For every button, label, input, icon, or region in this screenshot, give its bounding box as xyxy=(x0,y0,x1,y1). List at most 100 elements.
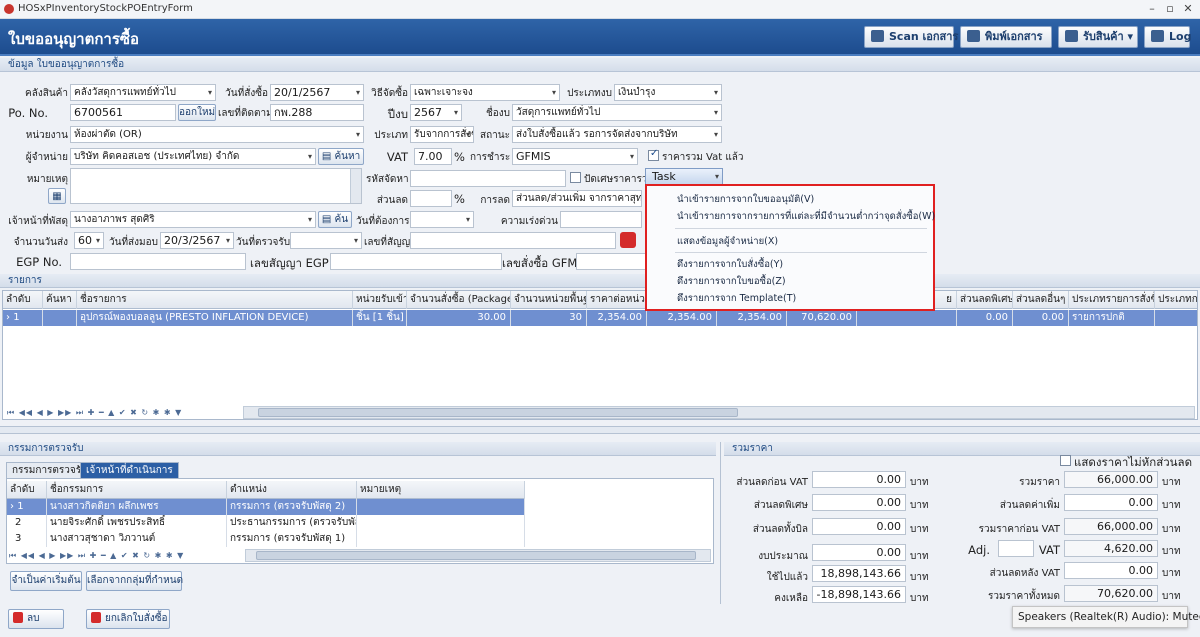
budget-type-label: ประเภทงบ xyxy=(567,88,612,99)
need-date-label: วันที่ต้องการ xyxy=(356,216,410,227)
new-number-button[interactable]: ออกใหม่ xyxy=(178,104,216,121)
after-vat-label: ส่วนลดหลัง VAT xyxy=(989,568,1060,579)
table-row[interactable]: 2 นายจิระศักดิ์ เพชรประสิทธิ์ ประธานกรรม… xyxy=(7,515,525,531)
print-button[interactable]: พิมพ์เอกสาร xyxy=(960,26,1052,48)
committee-hscrollbar[interactable] xyxy=(245,549,711,562)
chevron-down-icon: ▾ xyxy=(307,152,312,161)
app-icon xyxy=(4,4,14,14)
col-name: ชื่อรายการ xyxy=(77,291,353,309)
committee-section-header: กรรมการตรวจรับ xyxy=(0,442,716,456)
scan-label: Scan เอกสาร xyxy=(889,30,959,43)
row-search[interactable] xyxy=(43,310,77,326)
receive-label: รับสินค้า xyxy=(1083,30,1124,43)
discount-input[interactable] xyxy=(410,190,452,207)
row-pointer-icon: › xyxy=(6,312,10,323)
menu-item-pull-po[interactable]: ดึงรายการจากใบสั่งซื้อ(Y) xyxy=(677,257,783,272)
audio-toast: Speakers (Realtek(R) Audio): Muted xyxy=(1012,606,1200,628)
scan-button[interactable]: Scan เอกสาร xyxy=(864,26,958,48)
after-vat-value[interactable]: 0.00 xyxy=(1064,562,1158,579)
receive-button[interactable]: รับสินค้า ▾ xyxy=(1058,26,1138,48)
contract-record-icon[interactable] xyxy=(620,232,636,248)
deliver-date-input[interactable]: 20/3/2567 ▾ xyxy=(160,232,234,249)
remain-value[interactable]: -18,898,143.66 xyxy=(812,586,906,603)
vendor-select[interactable]: บริษัท คิดคอสเอช (ประเทศไทย) จำกัด ▾ xyxy=(70,148,316,165)
table-row[interactable]: 3 นางสาวสุชาดา วิภวานต์ กรรมการ (ตรวจรับ… xyxy=(7,531,525,547)
adj-input[interactable] xyxy=(998,540,1034,557)
col-base: จำนวนหน่วยพื้นฐาน xyxy=(511,291,587,309)
task-dropdown[interactable]: Task ▾ xyxy=(645,168,723,185)
delete-button[interactable]: ลบ xyxy=(8,609,64,629)
choose-group-button[interactable]: เลือกจากกลุ่มที่กำหนด xyxy=(86,571,183,591)
menu-item-pull-request[interactable]: ดึงรายการจากใบขอซื้อ(Z) xyxy=(677,274,786,289)
egp-input[interactable] xyxy=(70,253,246,270)
officer-search-button[interactable]: ▤ ค้น xyxy=(318,211,352,228)
vendor-search-button[interactable]: ▤ ค้นหา xyxy=(318,148,364,165)
officer-label: เจ้าหน้าที่พัสดุ xyxy=(8,216,68,227)
urgency-select[interactable] xyxy=(560,211,642,228)
order-date-input[interactable]: 20/1/2567 ▾ xyxy=(270,84,364,101)
gfmis-input[interactable] xyxy=(576,253,646,270)
budget-value[interactable]: 0.00 xyxy=(812,544,906,561)
disc-total-label: ส่วนลดทั้งบิล xyxy=(752,524,808,535)
close-icon[interactable]: ✕ xyxy=(1180,2,1196,15)
include-vat-checkbox[interactable] xyxy=(648,148,659,161)
disc-add-label: ส่วนลดค่าเพิ่ม xyxy=(999,500,1060,511)
days-input[interactable]: 60 ▾ xyxy=(74,232,104,249)
disc-before-vat-value[interactable]: 0.00 xyxy=(812,471,906,488)
row-c4 xyxy=(857,310,957,326)
disc-total-value[interactable]: 0.00 xyxy=(812,518,906,535)
default-button[interactable]: จำเป็นค่าเริ่มต้น xyxy=(10,571,82,591)
disc-add-value[interactable]: 0.00 xyxy=(1064,494,1158,511)
department-select[interactable]: ห้องผ่าตัด (OR) ▾ xyxy=(70,126,364,143)
method-select[interactable]: เฉพาะเจาะจง ▾ xyxy=(410,84,560,101)
used-value[interactable]: 18,898,143.66 xyxy=(812,565,906,582)
note-scrollbar[interactable] xyxy=(350,169,361,203)
egp-contract-input[interactable] xyxy=(330,253,502,270)
restore-icon[interactable]: ▫ xyxy=(1162,2,1178,15)
baht-unit: บาท xyxy=(1162,500,1181,511)
method-label: วิธีจัดซื้อ xyxy=(371,88,408,99)
task-menu: นำเข้ารายการจากใบขออนุมัติ(V) นำเข้ารายก… xyxy=(645,184,935,311)
no-discount-checkbox[interactable] xyxy=(1060,455,1071,466)
splitter[interactable] xyxy=(0,426,1200,434)
minimize-icon[interactable]: – xyxy=(1144,2,1160,15)
log-button[interactable]: Log xyxy=(1144,26,1191,48)
committee-grid-navigator[interactable]: ⏮ ◀◀ ◀ ▶ ▶▶ ⏭ ✚ ━ ▲ ✔ ✖ ↻ ✱ ✱ ▼ xyxy=(9,551,184,563)
vat-input[interactable]: 7.00 xyxy=(414,148,452,165)
purchase-code-input[interactable] xyxy=(410,170,566,187)
warehouse-select[interactable]: คลังวัสดุการแพทย์ทั่วไป ▾ xyxy=(70,84,216,101)
tab-officers[interactable]: เจ้าหน้าที่ดำเนินการ xyxy=(80,462,179,478)
officer-select[interactable]: นางอาภาพร สุดศิริ ▾ xyxy=(70,211,316,228)
need-date-input[interactable]: ▾ xyxy=(410,211,474,228)
po-no-input[interactable]: 6700561 xyxy=(70,104,176,121)
menu-item-import-below-reorder[interactable]: นำเข้ารายการจากรายการที่แต่ละที่มีจำนวนต… xyxy=(677,209,935,224)
menu-item-import-approval[interactable]: นำเข้ารายการจากใบขออนุมัติ(V) xyxy=(677,192,814,207)
budget-name-select[interactable]: วัสดุการแพทย์ทั่วไป ▾ xyxy=(512,104,722,121)
before-vat-value: 66,000.00 xyxy=(1064,518,1158,535)
status-select[interactable]: ส่งใบสั่งซื้อแล้ว รอการจัดส่งจากบริษัท ▾ xyxy=(512,126,722,143)
payment-select[interactable]: GFMIS ▾ xyxy=(512,148,638,165)
contract-input[interactable] xyxy=(410,232,616,249)
budget-type-select[interactable]: เงินบำรุง ▾ xyxy=(614,84,722,101)
inspect-date-input[interactable]: ▾ xyxy=(290,232,362,249)
table-row[interactable]: › 1 อุปกรณ์พองบอลลูน (PRESTO INFLATION D… xyxy=(3,310,1197,326)
menu-item-show-vendor[interactable]: แสดงข้อมูลผู้จำหน่าย(X) xyxy=(677,234,778,249)
year-select[interactable]: 2567 ▾ xyxy=(410,104,462,121)
search-icon: ▤ xyxy=(321,151,332,162)
cancel-po-button[interactable]: ยกเลิกใบสั่งซื้อ xyxy=(86,609,170,629)
items-grid-navigator[interactable]: ⏮ ◀◀ ◀ ▶ ▶▶ ⏭ ✚ ━ ▲ ✔ ✖ ↻ ✱ ✱ ▼ xyxy=(7,408,182,420)
urgency-label: ความเร่งด่วน xyxy=(500,216,558,227)
total-price-value: 66,000.00 xyxy=(1064,471,1158,488)
round-total-checkbox[interactable] xyxy=(570,172,581,183)
note-textarea[interactable] xyxy=(70,168,362,204)
follow-no-input[interactable]: กพ.288 xyxy=(270,104,364,121)
note-edit-button[interactable]: ▦ xyxy=(48,188,66,204)
table-row[interactable]: › 1 นางสาวกิตติยา ผลึกเพชร กรรมการ (ตรวจ… xyxy=(7,499,525,515)
category-select[interactable]: รับจากการสั่งซื้ ▾ xyxy=(410,126,474,143)
discount-type-select[interactable]: ส่วนลด/ส่วนเพิ่ม จากราคาสุทธิ xyxy=(512,190,642,207)
menu-item-pull-template[interactable]: ดึงรายการจาก Template(T) xyxy=(677,291,796,306)
disc-special-label: ส่วนลดพิเศษ xyxy=(753,500,808,511)
items-hscrollbar[interactable] xyxy=(243,406,1195,419)
disc-special-value[interactable]: 0.00 xyxy=(812,494,906,511)
baht-unit: บาท xyxy=(910,477,929,488)
